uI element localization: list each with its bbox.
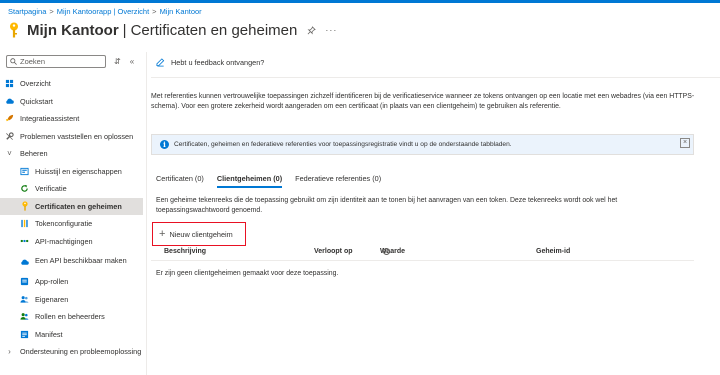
column-header-expires: Verloopt op <box>314 248 353 255</box>
token-icon <box>20 219 29 228</box>
main-content: Hebt u feedback ontvangen? Met referenti… <box>151 52 720 375</box>
sidebar: Zoeken ⇵ « Overzicht Quickstart Integratie… <box>0 52 143 375</box>
search-placeholder: Zoeken <box>20 57 46 66</box>
rocket-icon <box>5 114 14 123</box>
sidebar-item-manifest[interactable]: Manifest <box>0 326 143 344</box>
grid-icon <box>5 79 14 88</box>
cloud-api-icon <box>20 257 29 266</box>
new-client-secret-label: Nieuw clientgeheim <box>169 229 233 239</box>
search-input[interactable]: Zoeken <box>6 55 106 68</box>
sidebar-item-verificatie[interactable]: Verificatie <box>0 180 143 198</box>
sidebar-item-app-rollen[interactable]: App-rollen <box>0 273 143 291</box>
pin-icon[interactable] <box>307 25 317 35</box>
key-icon <box>10 22 18 38</box>
sidebar-item-ondersteuning-en-probleemoplossing[interactable]: › Ondersteuning en probleemoplossing <box>0 343 143 361</box>
sidebar-tools: ⇵ « <box>114 57 143 66</box>
highlight-box: + Nieuw clientgeheim <box>152 222 246 246</box>
wrench-icon <box>5 132 14 141</box>
collapse-sidebar-icon[interactable]: « <box>130 57 134 66</box>
app-name: Mijn Kantoor <box>27 21 119 39</box>
cloud-icon <box>5 97 14 106</box>
api-permissions-icon <box>20 237 29 246</box>
header-divider <box>151 77 720 78</box>
info-banner: i Certificaten, geheimen en federatieve … <box>151 134 694 155</box>
sidebar-item-integratieassistent[interactable]: Integratieassistent <box>0 110 143 128</box>
users-icon <box>20 295 29 304</box>
column-header-description: Beschrijving <box>164 248 207 255</box>
sidebar-item-een-api-beschikbaar-maken[interactable]: Een API beschikbaar maken <box>0 250 143 273</box>
info-banner-text: Certificaten, geheimen en federatieve re… <box>174 141 512 148</box>
sidebar-item-label: Problemen vaststellen en oplossen <box>20 131 134 141</box>
sidebar-item-label: Overzicht <box>20 79 51 89</box>
roles-admins-icon <box>20 312 29 321</box>
chevron-down-icon: ˅ <box>7 149 12 159</box>
tab-bar: Certificaten (0) Clientgeheimen (0) Fede… <box>156 174 394 188</box>
page-header: Mijn Kantoor | Certificaten en geheimen … <box>8 20 337 40</box>
sidebar-item-overzicht[interactable]: Overzicht <box>0 75 143 93</box>
feedback-link[interactable]: Hebt u feedback ontvangen? <box>156 58 264 67</box>
info-icon: i <box>160 140 169 149</box>
sidebar-item-certificaten-en-geheimen[interactable]: Certificaten en geheimen <box>0 197 143 215</box>
breadcrumb-separator: > <box>49 7 54 16</box>
tab-client-secrets[interactable]: Clientgeheimen (0) <box>216 174 283 188</box>
sidebar-item-problemen-vaststellen-en-oplossen[interactable]: Problemen vaststellen en oplossen <box>0 128 143 146</box>
sidebar-item-label: Manifest <box>35 329 63 339</box>
sidebar-item-label: Certificaten en geheimen <box>35 201 122 211</box>
search-icon <box>10 58 17 65</box>
sidebar-item-label: Integratieassistent <box>20 114 80 124</box>
feedback-icon <box>156 58 165 67</box>
refresh-icon <box>20 184 29 193</box>
sidebar-item-label: Rollen en beheerders <box>35 312 105 322</box>
manifest-icon <box>20 330 29 339</box>
breadcrumb-link-home[interactable]: Startpagina <box>8 7 46 16</box>
sidebar-nav: Overzicht Quickstart Integratieassistent Pr… <box>0 75 143 361</box>
vertical-divider <box>146 52 147 375</box>
tab-description: Een geheime tekenreeks die de toepassing… <box>156 197 618 214</box>
empty-table-message: Er zijn geen clientgeheimen gemaakt voor… <box>156 270 339 277</box>
table-header: Beschrijving Verloopt op Waarde i Geheim-… <box>164 248 634 258</box>
top-accent-bar <box>0 0 720 3</box>
plus-icon: + <box>159 228 166 240</box>
title-separator: | <box>122 21 127 39</box>
tab-certificates[interactable]: Certificaten (0) <box>156 174 204 188</box>
sidebar-item-label: App-rollen <box>35 277 69 287</box>
sidebar-item-beheren[interactable]: ˅ Beheren <box>0 145 143 163</box>
sidebar-item-label: Quickstart <box>20 96 53 106</box>
sidebar-item-quickstart[interactable]: Quickstart <box>0 93 143 111</box>
sidebar-item-rollen-en-beheerders[interactable]: Rollen en beheerders <box>0 308 143 326</box>
sidebar-search-row: Zoeken ⇵ « <box>6 55 143 68</box>
close-icon[interactable]: × <box>680 138 690 148</box>
more-options-icon[interactable]: ··· <box>325 25 337 35</box>
sidebar-item-label: Huisstijl en eigenschappen <box>35 166 122 176</box>
branding-icon <box>20 167 29 176</box>
breadcrumb-separator: > <box>152 7 157 16</box>
sidebar-item-label: Beheren <box>20 149 48 159</box>
sidebar-item-label: Een API beschikbaar maken <box>35 256 127 266</box>
feedback-label: Hebt u feedback ontvangen? <box>171 58 265 67</box>
breadcrumb-link-app-overview[interactable]: Mijn Kantoorapp | Overzicht <box>57 7 149 16</box>
swap-icon[interactable]: ⇵ <box>114 57 121 66</box>
sidebar-item-label: Tokenconfiguratie <box>35 219 93 229</box>
sidebar-item-label: Ondersteuning en probleemoplossing <box>20 347 142 357</box>
new-client-secret-button[interactable]: + Nieuw clientgeheim <box>159 228 233 240</box>
sidebar-item-api-machtigingen[interactable]: API-machtigingen <box>0 233 143 251</box>
chevron-right-icon: › <box>8 347 11 357</box>
sidebar-item-eigenaren[interactable]: Eigenaren <box>0 291 143 309</box>
intro-text: Met referenties kunnen vertrouwelijke to… <box>151 93 695 110</box>
info-circle-icon[interactable]: i <box>383 248 390 255</box>
sidebar-item-label: Verificatie <box>35 184 67 194</box>
sidebar-item-huisstijl-en-eigenschappen[interactable]: Huisstijl en eigenschappen <box>0 163 143 181</box>
sidebar-item-label: Eigenaren <box>35 294 69 304</box>
column-header-secret-id: Geheim-id <box>536 248 571 255</box>
breadcrumb: Startpagina > Mijn Kantoorapp | Overzicht >… <box>8 7 202 16</box>
sidebar-item-tokenconfiguratie[interactable]: Tokenconfiguratie <box>0 215 143 233</box>
tab-federated-credentials[interactable]: Federatieve referenties (0) <box>295 174 381 188</box>
sidebar-item-label: API-machtigingen <box>35 236 93 246</box>
key-icon <box>20 201 29 211</box>
page-title: Certificaten en geheimen <box>130 21 298 39</box>
app-roles-icon <box>20 277 29 286</box>
breadcrumb-link-app[interactable]: Mijn Kantoor <box>160 7 202 16</box>
table-divider <box>151 260 694 261</box>
